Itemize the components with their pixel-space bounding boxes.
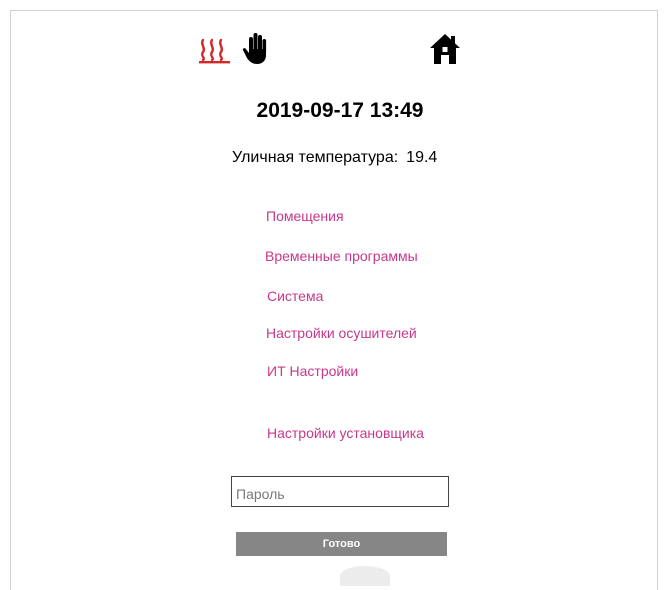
done-button[interactable]: Готово — [236, 532, 447, 556]
menu-link-installer-settings[interactable]: Настройки установщика — [267, 425, 424, 441]
manual-mode-hand-icon — [242, 33, 267, 64]
home-icon[interactable] — [428, 32, 462, 66]
menu-link-time-programs[interactable]: Временные программы — [265, 248, 418, 264]
outdoor-temperature-value: 19.4 — [406, 149, 438, 166]
current-datetime: 2019-09-17 13:49 — [256, 99, 424, 122]
outdoor-temperature: Уличная температура: 19.4 — [232, 149, 437, 167]
decorative-arc — [340, 566, 390, 586]
heating-icon — [199, 38, 230, 64]
outdoor-temperature-label: Уличная температура: — [232, 149, 399, 166]
menu-link-system[interactable]: Система — [267, 288, 323, 304]
menu-link-rooms[interactable]: Помещения — [266, 208, 344, 224]
menu-link-it-settings[interactable]: ИТ Настройки — [267, 363, 358, 379]
password-input[interactable] — [231, 476, 449, 507]
menu-link-dehumidifier-settings[interactable]: Настройки осушителей — [266, 325, 417, 341]
